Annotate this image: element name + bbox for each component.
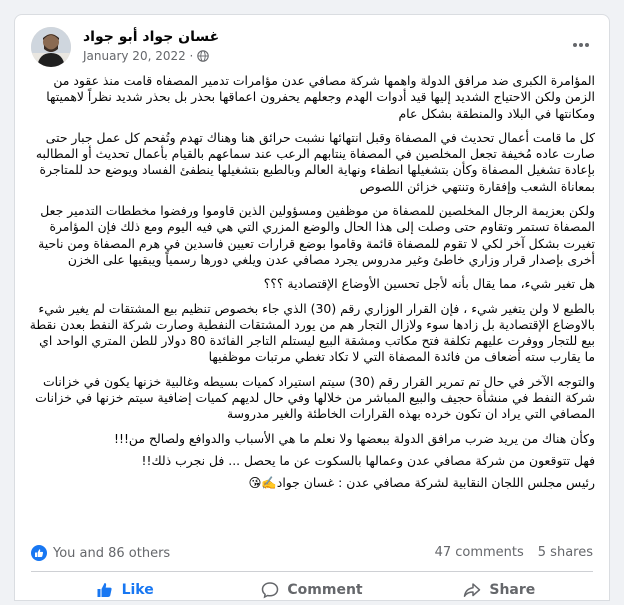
author-name[interactable]: غسان جواد أبو جواد (83, 29, 219, 45)
post-paragraph: المؤامرة الكبرى ضد مرافق الدولة واهمها ش… (46, 73, 595, 121)
post-meta: January 20, 2022 · (83, 49, 210, 63)
post-paragraph: والتوجه الآخر في حال تم تمرير القرار رقم… (35, 373, 595, 422)
post-paragraph: ولكن بعزيمة الرجال المخلصين للمصفاة من م… (38, 203, 595, 267)
reactions-summary[interactable]: You and 86 others (31, 545, 170, 561)
like-badge-icon (31, 545, 47, 561)
like-icon (97, 583, 112, 597)
like-label: Like (121, 582, 154, 598)
post-header: غسان جواد أبو جواد January 20, 2022 · (31, 27, 593, 71)
shares-count[interactable]: 5 shares (538, 545, 593, 560)
share-icon (464, 583, 481, 597)
comment-label: Comment (287, 582, 363, 598)
reactions-count: You and 86 others (53, 545, 171, 561)
comments-count[interactable]: 47 comments (435, 545, 524, 560)
more-options-icon (573, 43, 589, 47)
post-signature: رئيس مجلس اللجان النقابية لشركة مصافي عد… (248, 475, 595, 491)
post-paragraph: وكأن هناك من يريد ضرب مرافق الدولة ببعضه… (114, 430, 595, 446)
post-stats: You and 86 others 47 comments 5 shares (31, 543, 593, 563)
post-paragraph: فهل تتوقعون من شركة مصافي عدن وعمالها با… (141, 452, 595, 468)
avatar-photo (31, 27, 71, 67)
engagement-counts: 47 comments 5 shares (435, 545, 593, 560)
globe-icon (197, 50, 210, 62)
comment-icon (262, 582, 279, 599)
post-card: غسان جواد أبو جواد January 20, 2022 · ال… (14, 14, 610, 601)
more-options-button[interactable] (569, 35, 593, 55)
post-paragraph: كل ما قامت أعمال تحديث في المصفاة وقبل ا… (35, 129, 595, 194)
post-paragraph: هل تغير شيء، مما يقال بأنه لأجل تحسين ال… (263, 276, 595, 292)
post-date[interactable]: January 20, 2022 · (83, 49, 193, 63)
actions-divider (31, 571, 593, 572)
post-paragraph: بالطبع لا ولن يتغير شيء ، فإن القرار الو… (29, 300, 595, 365)
post-body: المؤامرة الكبرى ضد مرافق الدولة واهمها ش… (29, 73, 595, 498)
share-label: Share (489, 582, 536, 598)
author-avatar[interactable] (31, 27, 71, 67)
